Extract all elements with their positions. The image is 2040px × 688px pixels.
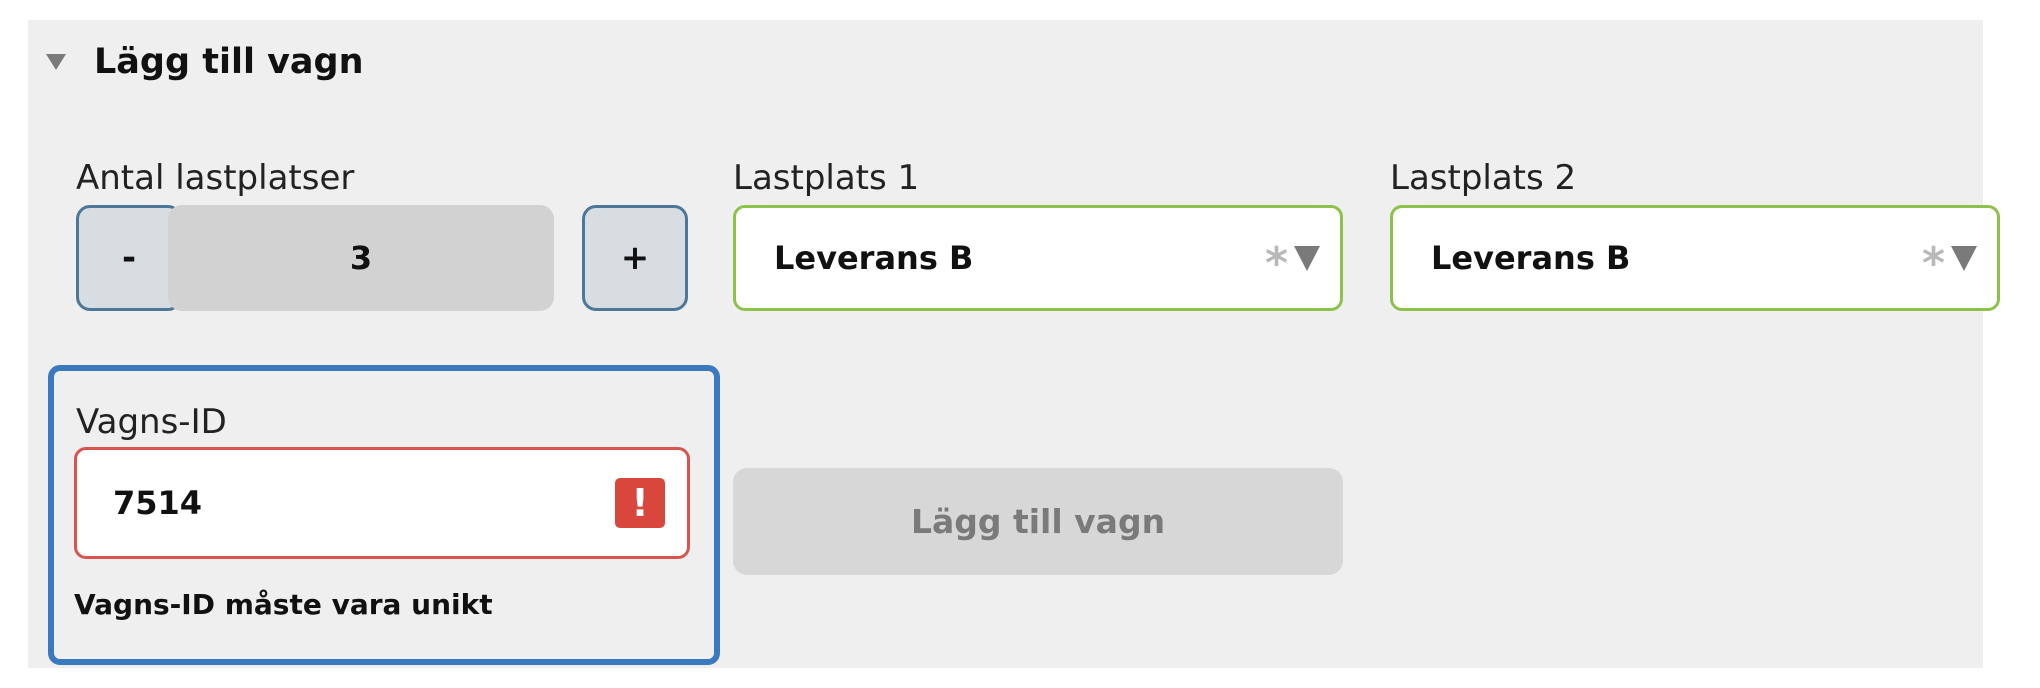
wagon-id-value: 7514 xyxy=(113,484,203,522)
required-asterisk-icon: * xyxy=(1264,238,1288,289)
chevron-down-icon[interactable] xyxy=(1294,245,1320,271)
quantity-label: Antal lastplatser xyxy=(76,158,355,198)
add-wagon-button[interactable]: Lägg till vagn xyxy=(733,468,1343,575)
required-asterisk-icon: * xyxy=(1921,238,1945,289)
decrement-button[interactable]: - xyxy=(76,205,182,311)
exclamation-icon: ! xyxy=(615,478,665,528)
load-place-1-select[interactable]: Leverans B * xyxy=(733,205,1343,311)
wagon-id-input[interactable]: 7514 ! xyxy=(74,447,690,559)
load-place-2-value: Leverans B xyxy=(1431,239,1631,277)
quantity-value: 3 xyxy=(168,205,554,311)
caret-down-icon[interactable] xyxy=(46,54,66,70)
load-place-1-value: Leverans B xyxy=(774,239,974,277)
chevron-down-icon[interactable] xyxy=(1951,245,1977,271)
load-place-2-select[interactable]: Leverans B * xyxy=(1390,205,2000,311)
load-place-2-label: Lastplats 2 xyxy=(1390,158,1577,198)
section-title: Lägg till vagn xyxy=(94,42,364,82)
section-header[interactable]: Lägg till vagn xyxy=(46,42,364,82)
wagon-id-label: Vagns-ID xyxy=(76,402,227,442)
load-place-1-label: Lastplats 1 xyxy=(733,158,920,198)
increment-button[interactable]: + xyxy=(582,205,688,311)
wagon-id-error-message: Vagns-ID måste vara unikt xyxy=(74,588,493,621)
